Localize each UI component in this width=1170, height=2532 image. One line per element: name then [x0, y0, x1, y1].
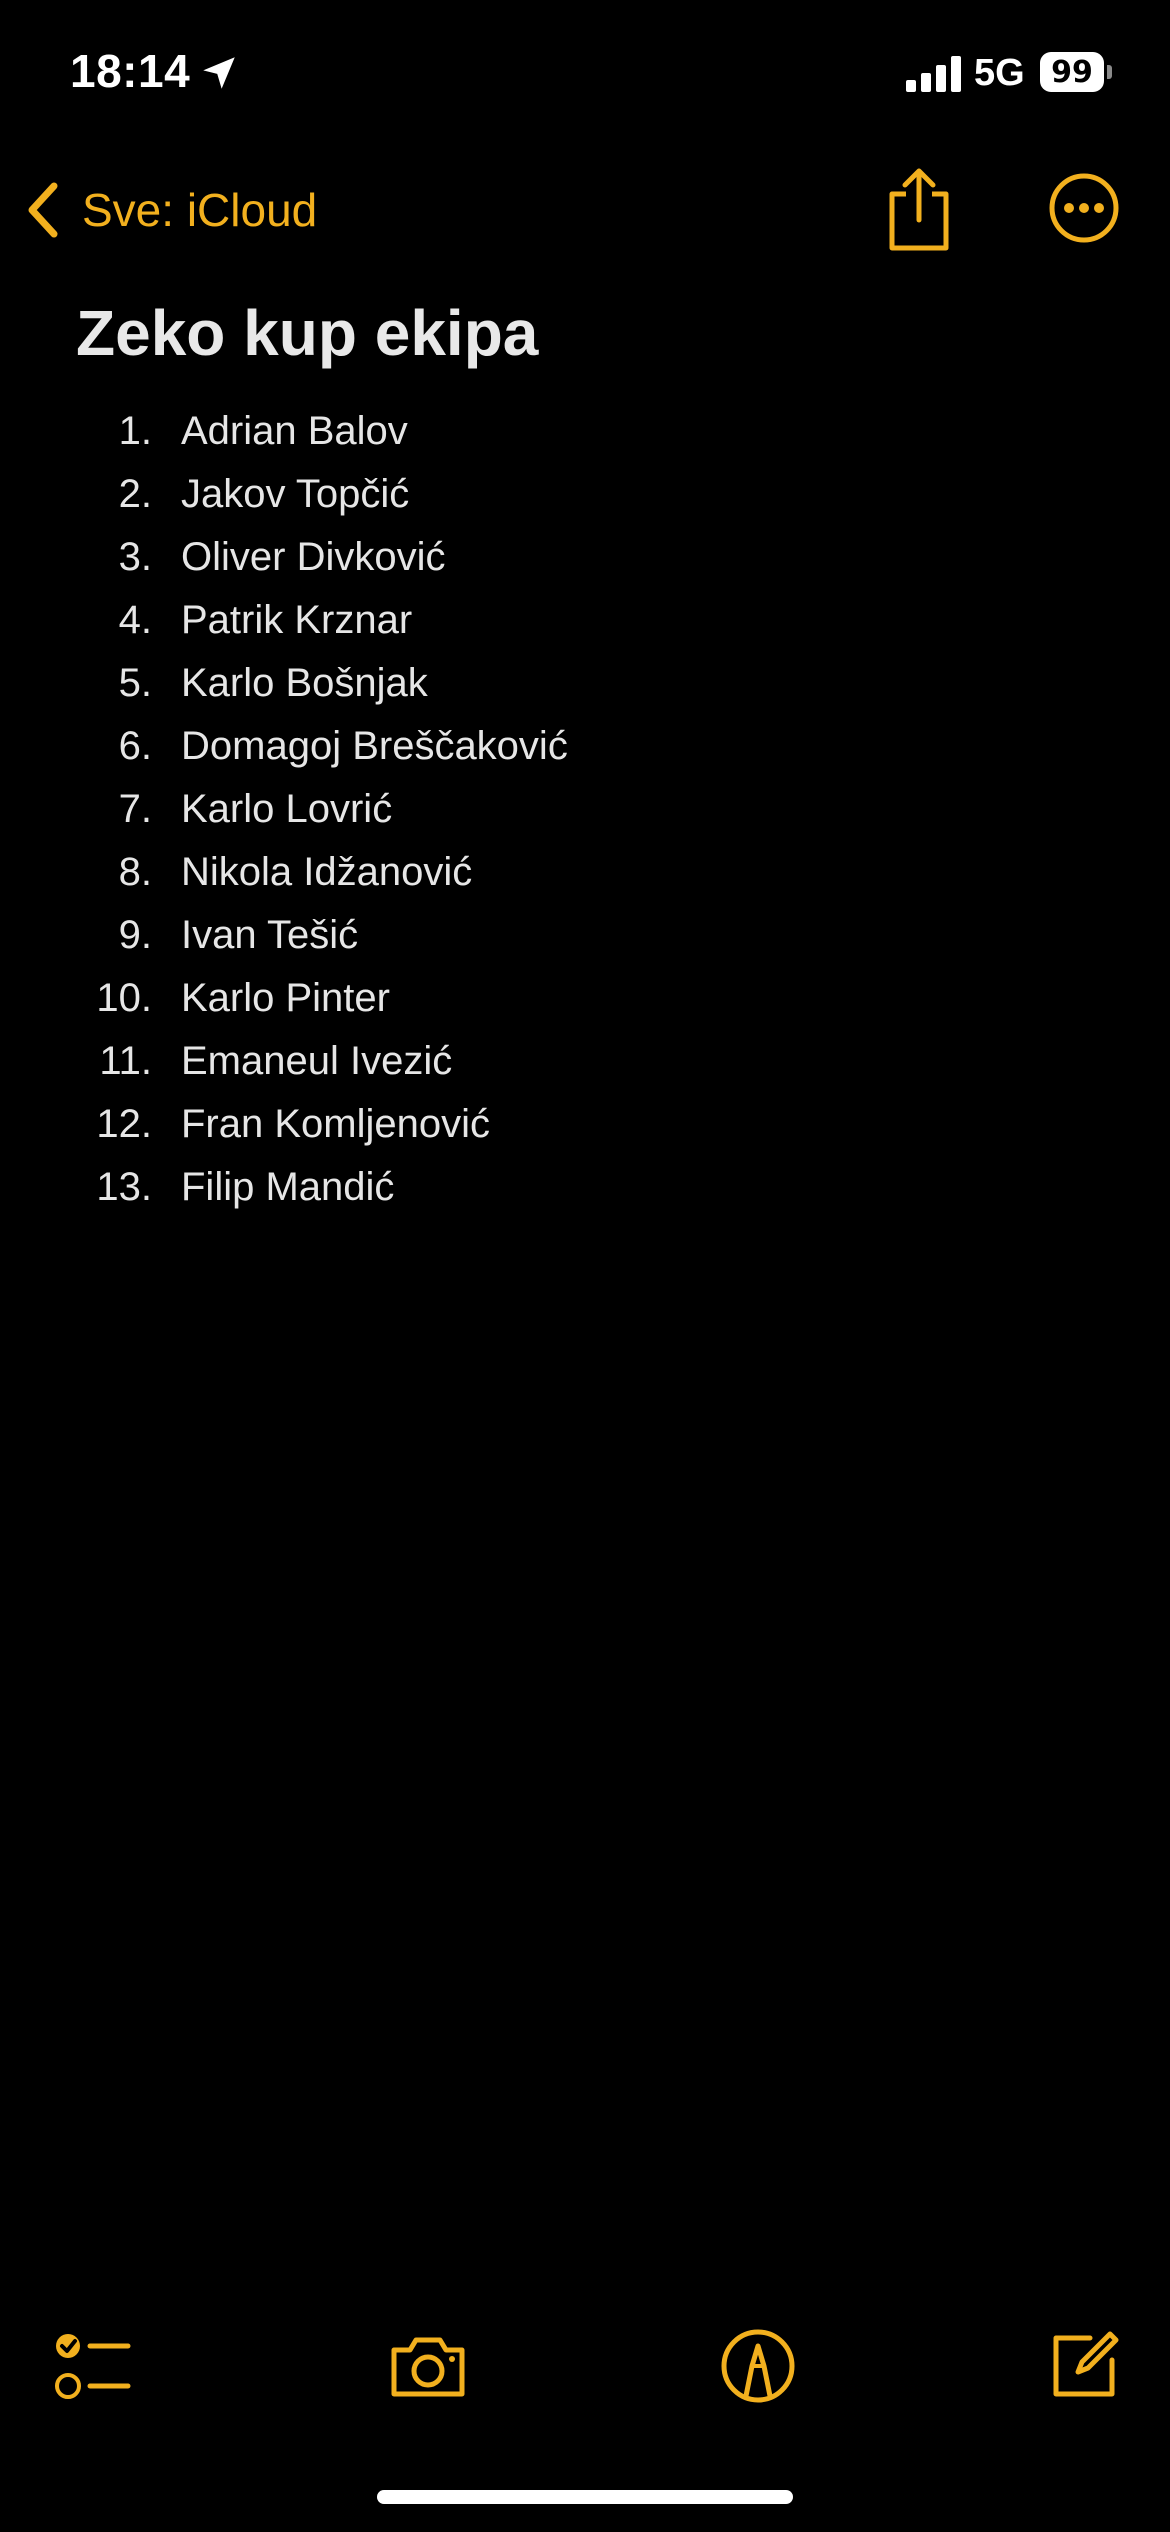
network-type: 5G — [974, 52, 1025, 94]
list-item[interactable]: 1. Adrian Balov — [0, 400, 1170, 463]
compose-icon[interactable] — [1044, 2326, 1124, 2406]
list-item-text: Adrian Balov — [181, 409, 408, 453]
list-item-text: Nikola Idžanović — [181, 850, 473, 894]
list-item[interactable]: 2. Jakov Topčić — [0, 463, 1170, 526]
list-item[interactable]: 8. Nikola Idžanović — [0, 841, 1170, 904]
camera-icon[interactable] — [388, 2326, 468, 2406]
battery-body: 99 — [1040, 52, 1104, 92]
checklist-icon[interactable] — [52, 2326, 132, 2406]
list-item[interactable]: 13. Filip Mandić — [0, 1156, 1170, 1219]
list-item-text: Karlo Pinter — [181, 976, 390, 1020]
list-item-number: 6. — [118, 724, 152, 768]
back-label: Sve: iCloud — [82, 184, 318, 236]
list-item-number: 4. — [118, 598, 152, 642]
list-item-text: Karlo Lovrić — [181, 787, 393, 831]
list-item-text: Domagoj Breščaković — [181, 724, 568, 768]
status-time: 18:14 — [70, 45, 191, 97]
status-bar: 18:14 5G 99 — [0, 0, 1170, 150]
list-item[interactable]: 3. Oliver Divković — [0, 526, 1170, 589]
list-item[interactable]: 5. Karlo Bošnjak — [0, 652, 1170, 715]
list-item[interactable]: 12. Fran Komljenović — [0, 1093, 1170, 1156]
list-item-number: 2. — [118, 472, 152, 516]
list-item-number: 8. — [118, 850, 152, 894]
list-item[interactable]: 7. Karlo Lovrić — [0, 778, 1170, 841]
nav-bar: Sve: iCloud — [0, 150, 1170, 270]
list-item[interactable]: 6. Domagoj Breščaković — [0, 715, 1170, 778]
list-item-number: 13. — [96, 1165, 152, 1209]
list-item-number: 1. — [118, 409, 152, 453]
list-item[interactable]: 4. Patrik Krznar — [0, 589, 1170, 652]
list-item-number: 12. — [96, 1102, 152, 1146]
list-item-number: 9. — [118, 913, 152, 957]
list-item-number: 5. — [118, 661, 152, 705]
list-item-number: 10. — [96, 976, 152, 1020]
list-item-text: Patrik Krznar — [181, 598, 413, 642]
share-icon[interactable] — [884, 164, 954, 254]
chevron-left-icon — [28, 182, 58, 238]
list-item-text: Oliver Divković — [181, 535, 446, 579]
list-item-number: 11. — [99, 1039, 152, 1083]
list-item-text: Jakov Topčić — [181, 472, 410, 516]
list-item[interactable]: 11. Emaneul Ivezić — [0, 1030, 1170, 1093]
back-button[interactable]: Sve: iCloud — [24, 172, 317, 248]
bottom-toolbar — [0, 2310, 1170, 2420]
list-item-number: 7. — [118, 787, 152, 831]
list-item-text: Ivan Tešić — [181, 913, 359, 957]
home-indicator[interactable] — [377, 2490, 793, 2504]
list-item[interactable]: 9. Ivan Tešić — [0, 904, 1170, 967]
list-item-number: 3. — [118, 535, 152, 579]
battery-icon: 99 — [1040, 52, 1112, 92]
battery-tip — [1107, 65, 1112, 79]
note-title[interactable]: Zeko kup ekipa — [76, 296, 538, 370]
battery-level: 99 — [1051, 54, 1093, 90]
list-item-text: Filip Mandić — [181, 1165, 395, 1209]
note-list[interactable]: 1. Adrian Balov 2. Jakov Topčić 3. Oliver D… — [0, 400, 1170, 1219]
signal-bars-icon — [906, 56, 961, 92]
list-item[interactable]: 10. Karlo Pinter — [0, 967, 1170, 1030]
markup-pen-icon[interactable] — [718, 2326, 798, 2406]
list-item-text: Karlo Bošnjak — [181, 661, 428, 705]
location-arrow-icon — [203, 57, 235, 89]
list-item-text: Emaneul Ivezić — [181, 1039, 453, 1083]
list-item-text: Fran Komljenović — [181, 1102, 491, 1146]
ellipsis-circle-icon[interactable] — [1048, 172, 1120, 244]
